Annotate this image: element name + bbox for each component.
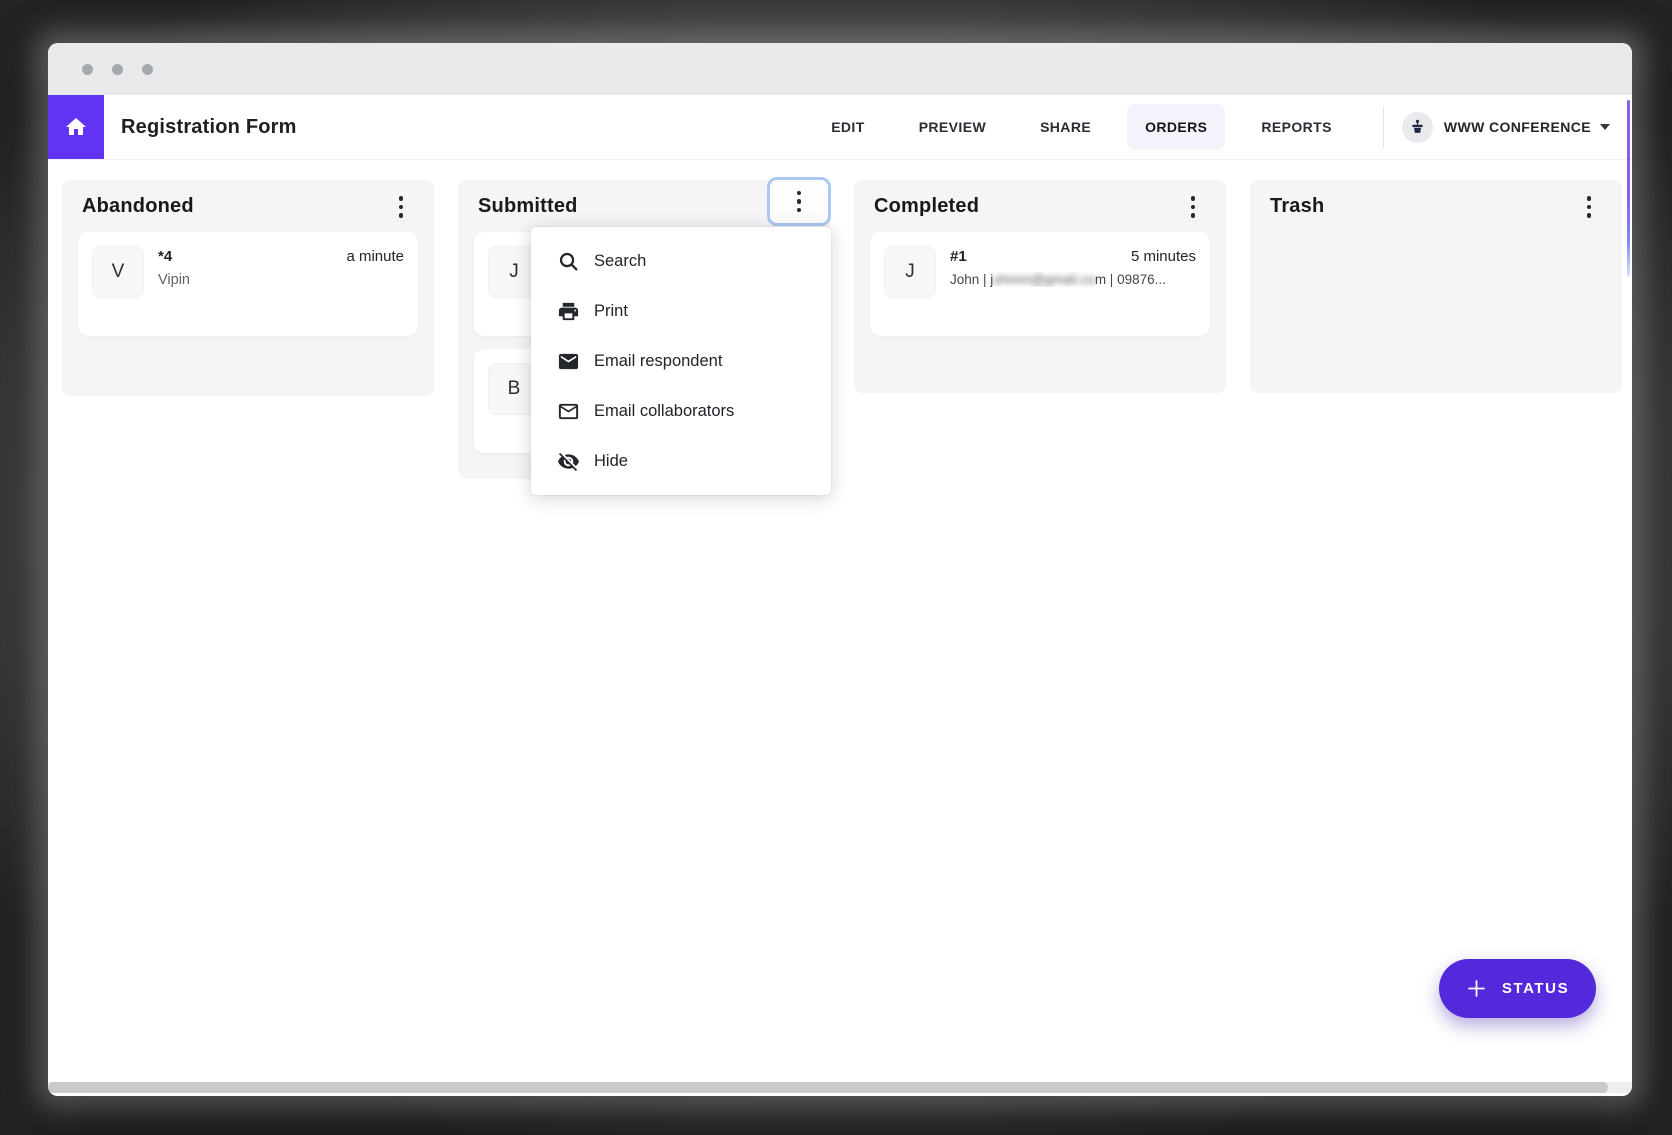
menu-item-email-collaborators[interactable]: Email collaborators xyxy=(531,386,831,436)
home-icon xyxy=(64,115,88,139)
tab-share[interactable]: SHARE xyxy=(1022,104,1109,150)
print-icon xyxy=(557,300,580,323)
account-menu[interactable]: WWW CONFERENCE xyxy=(1402,112,1610,143)
fab-label: STATUS xyxy=(1502,980,1569,997)
menu-item-hide[interactable]: Hide xyxy=(531,436,831,486)
eye-off-icon xyxy=(557,450,580,473)
account-name: WWW CONFERENCE xyxy=(1444,119,1591,135)
horizontal-scrollbar-track[interactable] xyxy=(48,1082,1632,1093)
email-filled-icon xyxy=(557,350,580,373)
column-title: Submitted xyxy=(474,195,814,218)
add-status-button[interactable]: STATUS xyxy=(1439,959,1596,1018)
search-icon xyxy=(557,250,580,273)
menu-item-email-respondent[interactable]: Email respondent xyxy=(531,336,831,386)
horizontal-scrollbar-thumb[interactable] xyxy=(48,1082,1608,1093)
tab-preview[interactable]: PREVIEW xyxy=(901,104,1004,150)
column-completed: Completed J #1 5 minutes John | johnnn@g… xyxy=(854,180,1226,393)
card-body: #1 5 minutes John | johnnn@gmail.com | 0… xyxy=(950,246,1196,287)
vertical-scrollbar-thumb[interactable] xyxy=(1627,100,1630,277)
window-control-dot[interactable] xyxy=(112,64,123,75)
chevron-down-icon xyxy=(1600,124,1610,130)
column-menu-button[interactable] xyxy=(1574,190,1604,224)
redacted-email: ohnnn@gmail.co xyxy=(993,272,1095,287)
plus-icon xyxy=(1466,978,1487,999)
page-title: Registration Form xyxy=(121,116,297,139)
order-card[interactable]: V *4 a minute Vipin xyxy=(78,232,418,336)
avatar: J xyxy=(884,246,936,298)
column-menu-button-active[interactable] xyxy=(767,177,831,226)
order-time: a minute xyxy=(346,248,404,265)
email-outline-icon xyxy=(557,400,580,423)
menu-item-search[interactable]: Search xyxy=(531,236,831,286)
respondent-name: Vipin xyxy=(158,272,404,288)
app-window: Registration Form EDIT PREVIEW SHARE ORD… xyxy=(48,43,1632,1096)
column-menu-button[interactable] xyxy=(1178,190,1208,224)
column-menu-button[interactable] xyxy=(386,190,416,224)
column-submitted: Submitted J B Sea xyxy=(458,180,830,479)
avatar: V xyxy=(92,246,144,298)
order-ref: *4 xyxy=(158,248,172,265)
tab-edit[interactable]: EDIT xyxy=(813,104,883,150)
column-title: Completed xyxy=(870,195,1210,218)
menu-item-print[interactable]: Print xyxy=(531,286,831,336)
podium-icon xyxy=(1408,118,1427,137)
column-title: Trash xyxy=(1266,195,1606,218)
order-card[interactable]: J #1 5 minutes John | johnnn@gmail.com |… xyxy=(870,232,1210,336)
window-titlebar xyxy=(48,43,1632,95)
column-title: Abandoned xyxy=(78,195,418,218)
column-context-menu: Search Print Email respondent xyxy=(531,227,831,495)
tab-reports[interactable]: REPORTS xyxy=(1243,104,1349,150)
home-button[interactable] xyxy=(48,95,104,159)
card-body: *4 a minute Vipin xyxy=(158,246,404,288)
column-abandoned: Abandoned V *4 a minute Vipin xyxy=(62,180,434,396)
app-header: Registration Form EDIT PREVIEW SHARE ORD… xyxy=(48,95,1632,160)
column-trash: Trash xyxy=(1250,180,1622,393)
orders-board: Abandoned V *4 a minute Vipin Submitted xyxy=(48,160,1632,1096)
window-control-dot[interactable] xyxy=(142,64,153,75)
header-divider xyxy=(1383,106,1384,148)
order-ref: #1 xyxy=(950,248,967,265)
window-control-dot[interactable] xyxy=(82,64,93,75)
tab-orders[interactable]: ORDERS xyxy=(1127,104,1225,150)
header-nav: EDIT PREVIEW SHARE ORDERS REPORTS xyxy=(804,95,1632,159)
order-time: 5 minutes xyxy=(1131,248,1196,265)
conference-avatar xyxy=(1402,112,1433,143)
respondent-detail: John | johnnn@gmail.com | 09876... xyxy=(950,272,1196,287)
